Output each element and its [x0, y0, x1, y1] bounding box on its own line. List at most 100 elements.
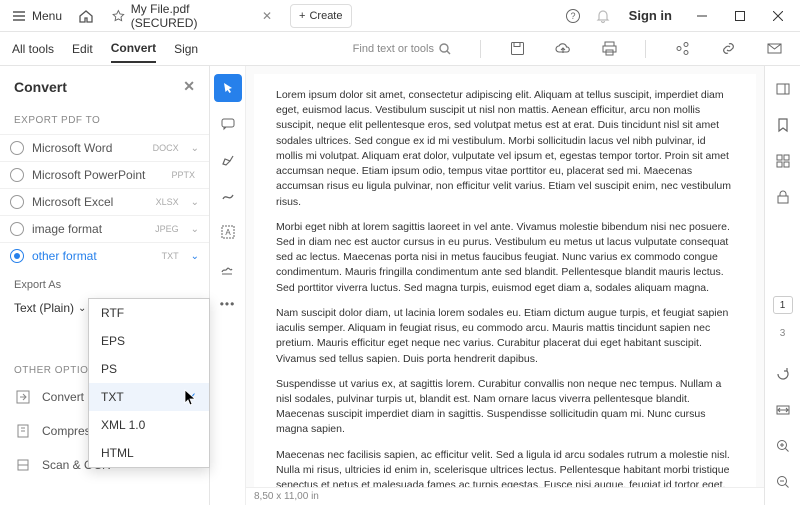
export-option-powerpoint[interactable]: Microsoft PowerPointPPTX	[0, 161, 209, 188]
main-toolbar: All tools Edit Convert Sign Find text or…	[0, 32, 800, 66]
menu-button[interactable]: Menu	[4, 2, 70, 30]
panel-title: Convert	[14, 79, 67, 95]
more-icon: •••	[220, 297, 236, 311]
svg-text:?: ?	[570, 11, 575, 21]
thumbnails-button[interactable]	[770, 148, 796, 174]
export-pdf-to-label: EXPORT PDF TO	[0, 107, 209, 134]
cloud-button[interactable]	[549, 35, 577, 63]
comment-icon	[220, 116, 236, 132]
highlight-tool[interactable]	[214, 146, 242, 174]
email-button[interactable]	[760, 35, 788, 63]
chevron-down-icon: ⌄	[191, 197, 199, 208]
export-as-value[interactable]: Text (Plain)	[14, 301, 74, 315]
minimize-button[interactable]	[684, 2, 720, 30]
document-tab[interactable]: My File.pdf (SECURED) ✕	[102, 2, 282, 30]
fit-width-button[interactable]	[770, 397, 796, 423]
status-bar: 8,50 x 11,00 in	[246, 487, 764, 505]
zoom-in-icon	[775, 438, 791, 454]
tool-convert[interactable]: Convert	[111, 35, 156, 63]
dropdown-item-rtf[interactable]: RTF	[89, 299, 209, 327]
page-current[interactable]: 1	[773, 296, 793, 314]
zoom-out-icon	[775, 474, 791, 490]
zoom-in-button[interactable]	[770, 433, 796, 459]
chevron-down-icon[interactable]: ⌄	[78, 303, 86, 314]
highlight-icon	[220, 152, 236, 168]
home-icon	[78, 8, 94, 24]
page-total: 3	[780, 328, 786, 339]
maximize-button[interactable]	[722, 2, 758, 30]
save-icon	[510, 41, 525, 56]
zoom-out-button[interactable]	[770, 469, 796, 495]
home-button[interactable]	[72, 2, 100, 30]
export-as-row: Export As	[0, 269, 209, 301]
close-panel-icon[interactable]: ✕	[183, 78, 195, 95]
maximize-icon	[735, 11, 745, 21]
sign-tool[interactable]	[214, 254, 242, 282]
export-option-excel[interactable]: Microsoft ExcelXLSX⌄	[0, 188, 209, 215]
tool-all-tools[interactable]: All tools	[12, 36, 54, 62]
bookmark-icon	[776, 117, 790, 133]
text-tool[interactable]: A	[214, 218, 242, 246]
check-icon: ✓	[187, 390, 197, 404]
hamburger-icon	[12, 9, 26, 23]
draw-tool[interactable]	[214, 182, 242, 210]
rotate-icon	[775, 366, 791, 382]
draw-icon	[220, 188, 236, 204]
document-center: A ••• Lorem ipsum dolor sit amet, consec…	[210, 66, 764, 505]
bookmark-button[interactable]	[770, 112, 796, 138]
save-button[interactable]	[503, 35, 531, 63]
chevron-down-icon: ⌄	[191, 224, 199, 235]
print-icon	[602, 41, 617, 56]
search-placeholder: Find text or tools	[353, 43, 434, 55]
rotate-button[interactable]	[770, 361, 796, 387]
panel-toggle-button[interactable]	[770, 76, 796, 102]
share-icon	[675, 41, 690, 56]
search-icon	[438, 42, 452, 56]
star-icon	[112, 9, 125, 23]
email-icon	[767, 41, 782, 56]
plus-icon: +	[299, 10, 305, 22]
export-option-word[interactable]: Microsoft WordDOCX⌄	[0, 134, 209, 161]
select-tool[interactable]	[214, 74, 242, 102]
tool-edit[interactable]: Edit	[72, 36, 93, 62]
dropdown-item-ps[interactable]: PS	[89, 355, 209, 383]
link-button[interactable]	[714, 35, 742, 63]
comment-tool[interactable]	[214, 110, 242, 138]
paragraph: Morbi eget nibh at lorem sagittis laoree…	[276, 220, 734, 296]
dropdown-item-txt[interactable]: TXT✓	[89, 383, 209, 411]
search-box[interactable]: Find text or tools	[347, 40, 458, 58]
compress-icon	[14, 422, 32, 440]
dropdown-item-html[interactable]: HTML	[89, 439, 209, 467]
minimize-icon	[697, 11, 707, 21]
print-button[interactable]	[595, 35, 623, 63]
sign-in-button[interactable]: Sign in	[619, 8, 682, 23]
help-button[interactable]: ?	[559, 2, 587, 30]
menu-label: Menu	[32, 9, 62, 23]
scan-icon	[14, 456, 32, 474]
svg-text:A: A	[225, 228, 231, 237]
create-button[interactable]: + Create	[290, 4, 351, 28]
document-area[interactable]: Lorem ipsum dolor sit amet, consectetur …	[246, 66, 764, 505]
dropdown-item-xml[interactable]: XML 1.0	[89, 411, 209, 439]
security-button[interactable]	[770, 184, 796, 210]
more-tools[interactable]: •••	[214, 290, 242, 318]
convert-icon	[14, 388, 32, 406]
close-tab-icon[interactable]: ✕	[262, 9, 272, 23]
create-label: Create	[309, 10, 342, 22]
document-toolbar: A •••	[210, 66, 246, 505]
close-window-button[interactable]	[760, 2, 796, 30]
paragraph: Lorem ipsum dolor sit amet, consectetur …	[276, 88, 734, 210]
notifications-button[interactable]	[589, 2, 617, 30]
title-bar: Menu My File.pdf (SECURED) ✕ + Create ? …	[0, 0, 800, 32]
paragraph: Nam suscipit dolor diam, ut lacinia lore…	[276, 306, 734, 367]
chevron-down-icon: ⌄	[191, 251, 199, 262]
dropdown-item-eps[interactable]: EPS	[89, 327, 209, 355]
export-option-other[interactable]: other formatTXT⌄	[0, 242, 209, 269]
lock-icon	[776, 189, 790, 205]
export-option-image[interactable]: image formatJPEG⌄	[0, 215, 209, 242]
page-size: 8,50 x 11,00 in	[254, 491, 319, 502]
tool-sign[interactable]: Sign	[174, 36, 198, 62]
share-button[interactable]	[668, 35, 696, 63]
cloud-icon	[555, 41, 571, 57]
pdf-page: Lorem ipsum dolor sit amet, consectetur …	[254, 74, 756, 494]
